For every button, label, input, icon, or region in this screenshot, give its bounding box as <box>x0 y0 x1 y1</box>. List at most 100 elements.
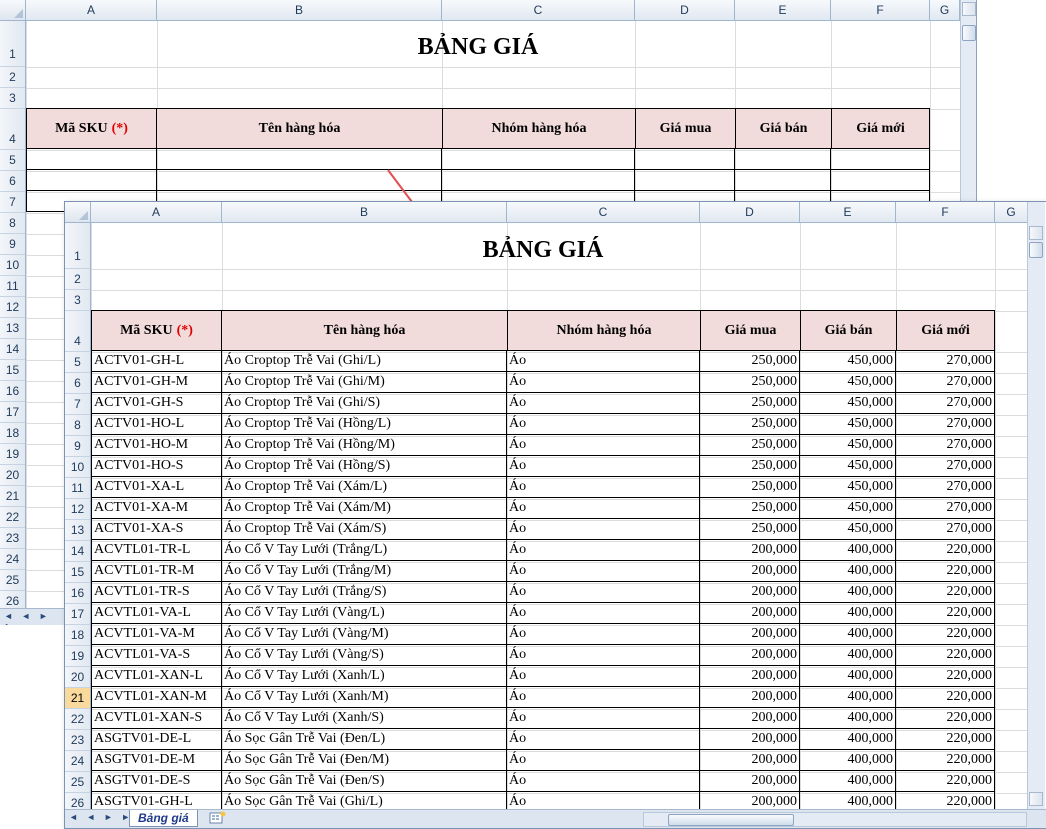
cell-name[interactable]: Áo Cổ V Tay Lưới (Xanh/S) <box>222 708 507 729</box>
row-header[interactable]: 11 <box>65 478 90 499</box>
scroll-down-button[interactable] <box>1029 792 1043 806</box>
row-header[interactable]: 22 <box>65 709 90 730</box>
cell-sku[interactable]: ACTV01-GH-M <box>91 372 222 393</box>
cell-new[interactable]: 270,000 <box>896 351 995 372</box>
col-header-d[interactable]: D <box>700 202 800 222</box>
cell-sell[interactable]: 400,000 <box>800 771 896 792</box>
cell-buy[interactable]: 250,000 <box>700 351 800 372</box>
cell-new[interactable]: 220,000 <box>896 666 995 687</box>
cell-sku[interactable]: ACVTL01-TR-S <box>91 582 222 603</box>
cell-group[interactable]: Áo <box>507 666 700 687</box>
row-header[interactable]: 7 <box>65 394 90 415</box>
cell-new[interactable]: 220,000 <box>896 603 995 624</box>
row-header[interactable]: 5 <box>65 352 90 373</box>
cell-buy[interactable]: 200,000 <box>700 750 800 771</box>
cell-name[interactable]: Áo Croptop Trễ Vai (Xám/M) <box>222 498 507 519</box>
cell-buy[interactable]: 200,000 <box>700 729 800 750</box>
row-header[interactable]: 1 <box>65 223 90 269</box>
cell-group[interactable]: Áo <box>507 351 700 372</box>
cell-sell[interactable]: 450,000 <box>800 351 896 372</box>
cell-sell[interactable]: 400,000 <box>800 603 896 624</box>
cell-sell[interactable]: 450,000 <box>800 498 896 519</box>
cell-group[interactable]: Áo <box>507 708 700 729</box>
row-header[interactable]: 10 <box>65 457 90 478</box>
cell-sell[interactable]: 450,000 <box>800 519 896 540</box>
header-sell-price[interactable]: Giá bán <box>800 310 897 351</box>
horizontal-scroll-thumb[interactable] <box>668 814 794 826</box>
cell-new[interactable]: 270,000 <box>896 414 995 435</box>
scroll-thumb[interactable] <box>1029 242 1043 258</box>
cell-buy[interactable]: 200,000 <box>700 771 800 792</box>
cell-sell[interactable]: 400,000 <box>800 687 896 708</box>
row-header[interactable]: 12 <box>65 499 90 520</box>
cell-sell[interactable]: 400,000 <box>800 561 896 582</box>
cell-name[interactable]: Áo Cổ V Tay Lưới (Vàng/S) <box>222 645 507 666</box>
row-header[interactable]: 17 <box>65 604 90 625</box>
cell-sku[interactable]: ASGTV01-DE-L <box>91 729 222 750</box>
cell-sku[interactable]: ACTV01-XA-M <box>91 498 222 519</box>
cell-new[interactable]: 270,000 <box>896 372 995 393</box>
row-header[interactable]: 6 <box>65 373 90 394</box>
cell-new[interactable]: 220,000 <box>896 561 995 582</box>
cell-group[interactable]: Áo <box>507 729 700 750</box>
cell-buy[interactable]: 200,000 <box>700 624 800 645</box>
cell-sell[interactable]: 400,000 <box>800 624 896 645</box>
cell-buy[interactable]: 250,000 <box>700 372 800 393</box>
cell-name[interactable]: Áo Cổ V Tay Lưới (Trắng/S) <box>222 582 507 603</box>
cell-name[interactable]: Áo Cổ V Tay Lưới (Trắng/L) <box>222 540 507 561</box>
cell-name[interactable]: Áo Cổ V Tay Lưới (Xanh/L) <box>222 666 507 687</box>
row-header[interactable]: 2 <box>65 269 90 290</box>
header-product-name[interactable]: Tên hàng hóa <box>221 310 508 351</box>
cell-group[interactable]: Áo <box>507 393 700 414</box>
col-header-f[interactable]: F <box>896 202 995 222</box>
cell-sku[interactable]: ACTV01-XA-S <box>91 519 222 540</box>
cell-sku[interactable]: ACTV01-HO-L <box>91 414 222 435</box>
cell-name[interactable]: Áo Cổ V Tay Lưới (Xanh/M) <box>222 687 507 708</box>
cell-sku[interactable]: ACVTL01-VA-M <box>91 624 222 645</box>
cell-buy[interactable]: 250,000 <box>700 498 800 519</box>
cell-name[interactable]: Áo Cổ V Tay Lưới (Vàng/L) <box>222 603 507 624</box>
cell-sku[interactable]: ACVTL01-XAN-M <box>91 687 222 708</box>
header-product-group[interactable]: Nhóm hàng hóa <box>507 310 701 351</box>
cell-sku[interactable]: ACTV01-GH-L <box>91 351 222 372</box>
cell-sell[interactable]: 400,000 <box>800 582 896 603</box>
cell-name[interactable]: Áo Croptop Trễ Vai (Ghi/M) <box>222 372 507 393</box>
row-header[interactable]: 19 <box>65 646 90 667</box>
cell-buy[interactable]: 250,000 <box>700 393 800 414</box>
cell-group[interactable]: Áo <box>507 687 700 708</box>
cell-name[interactable]: Áo Cổ V Tay Lưới (Vàng/M) <box>222 624 507 645</box>
cell-new[interactable]: 220,000 <box>896 687 995 708</box>
cell-new[interactable]: 220,000 <box>896 708 995 729</box>
cell-buy[interactable]: 200,000 <box>700 645 800 666</box>
cell-group[interactable]: Áo <box>507 540 700 561</box>
cell-new[interactable]: 220,000 <box>896 624 995 645</box>
cell-group[interactable]: Áo <box>507 771 700 792</box>
cell-new[interactable]: 220,000 <box>896 750 995 771</box>
cell-sell[interactable]: 450,000 <box>800 456 896 477</box>
cell-name[interactable]: Áo Sọc Gân Trễ Vai (Đen/M) <box>222 750 507 771</box>
horizontal-scrollbar[interactable] <box>643 812 1027 827</box>
cell-sku[interactable]: ACTV01-GH-S <box>91 393 222 414</box>
cell-name[interactable]: Áo Cổ V Tay Lưới (Trắng/M) <box>222 561 507 582</box>
cell-buy[interactable]: 200,000 <box>700 603 800 624</box>
header-new-price[interactable]: Giá mới <box>896 310 995 351</box>
cell-sku[interactable]: ASGTV01-DE-M <box>91 750 222 771</box>
cell-buy[interactable]: 200,000 <box>700 666 800 687</box>
cell-sell[interactable]: 450,000 <box>800 372 896 393</box>
cell-name[interactable]: Áo Sọc Gân Trễ Vai (Đen/S) <box>222 771 507 792</box>
cell-sku[interactable]: ACTV01-XA-L <box>91 477 222 498</box>
cell-sku[interactable]: ASGTV01-DE-S <box>91 771 222 792</box>
cell-new[interactable]: 270,000 <box>896 498 995 519</box>
cell-buy[interactable]: 200,000 <box>700 561 800 582</box>
cell-sku[interactable]: ACVTL01-VA-L <box>91 603 222 624</box>
header-buy-price[interactable]: Giá mua <box>700 310 801 351</box>
cell-group[interactable]: Áo <box>507 435 700 456</box>
cell-group[interactable]: Áo <box>507 750 700 771</box>
row-header[interactable]: 16 <box>65 583 90 604</box>
cell-group[interactable]: Áo <box>507 372 700 393</box>
cell-new[interactable]: 220,000 <box>896 582 995 603</box>
cell-sell[interactable]: 400,000 <box>800 666 896 687</box>
cell-buy[interactable]: 200,000 <box>700 687 800 708</box>
cell-sku[interactable]: ACVTL01-TR-L <box>91 540 222 561</box>
sheet-tab-bang-gia[interactable]: Bảng giá <box>129 810 198 827</box>
